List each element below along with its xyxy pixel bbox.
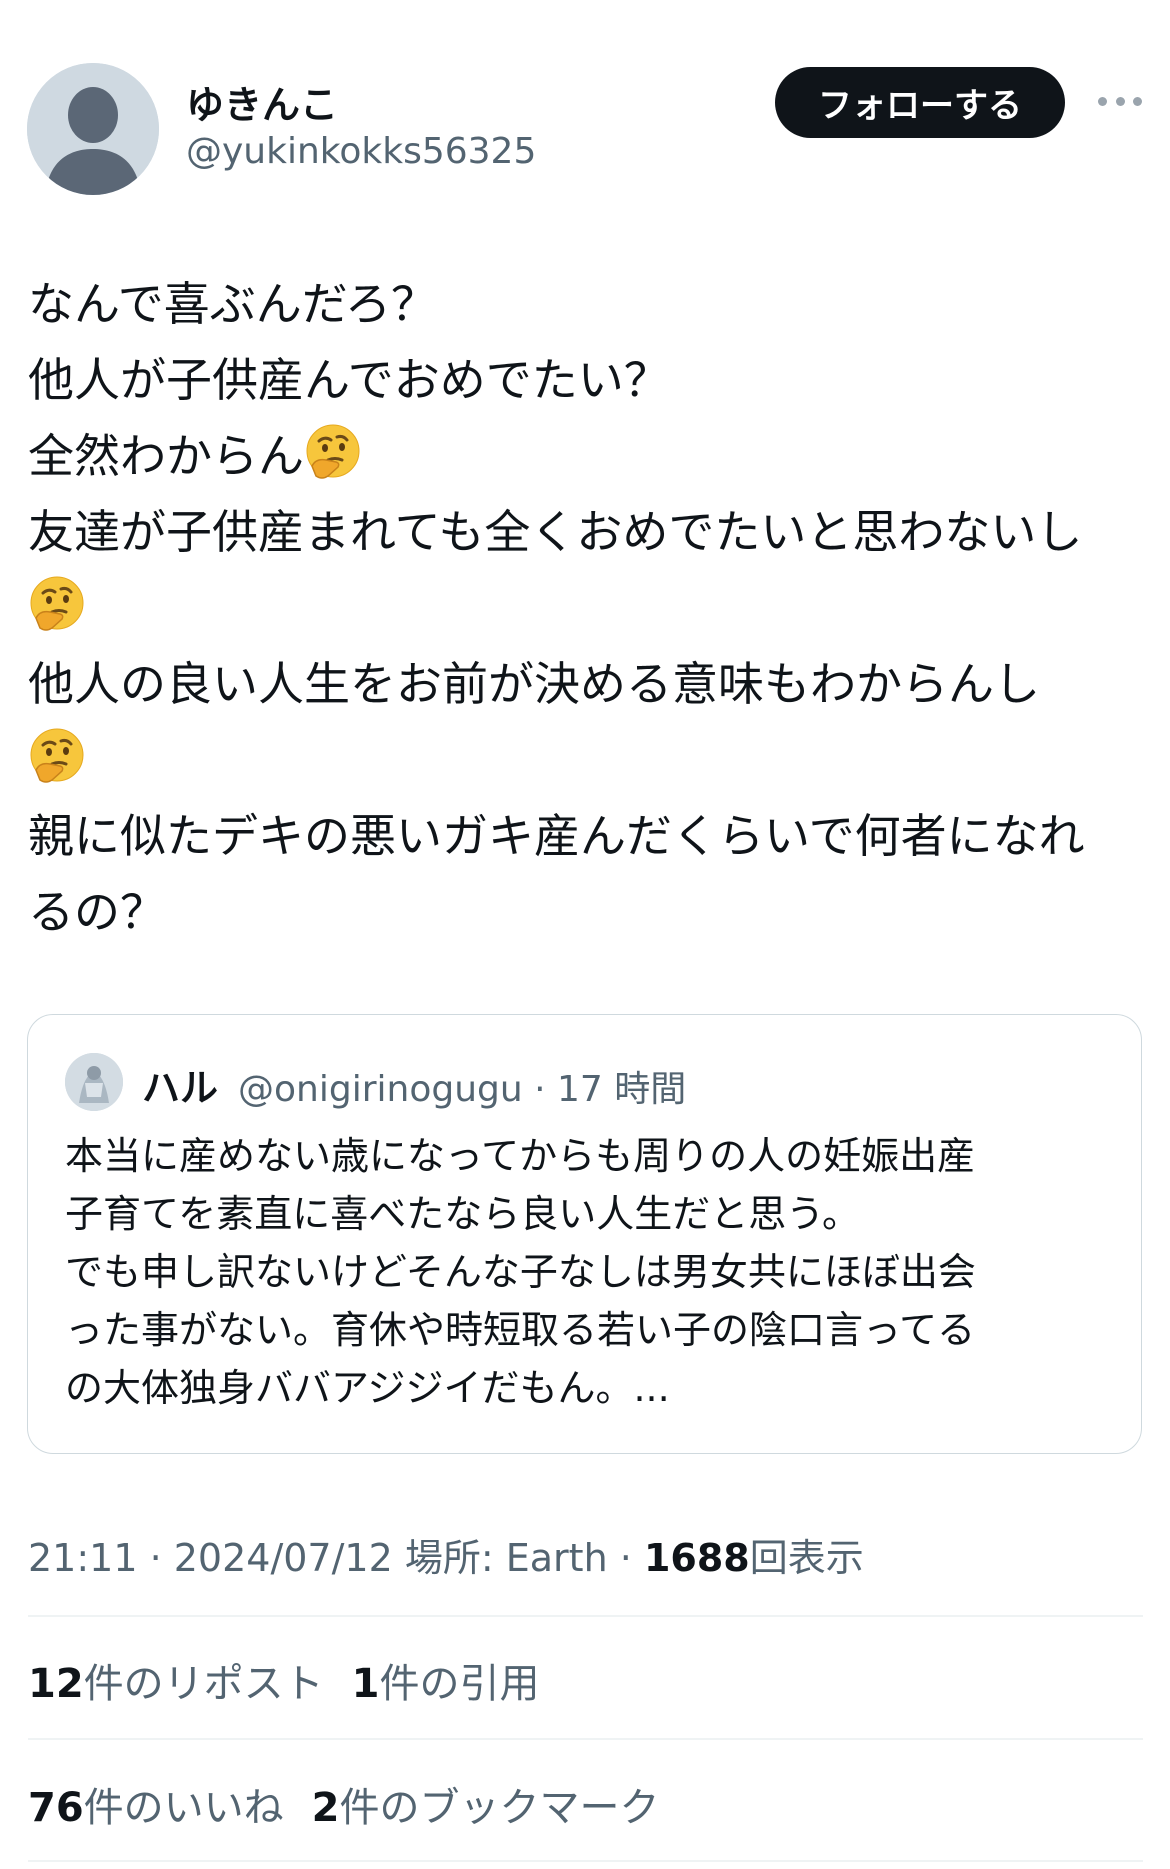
quote-avatar-image <box>65 1053 123 1111</box>
reposts-link[interactable]: 12件のリポスト <box>28 1661 324 1707</box>
quote-line: 本当に産めない歳になってからも周りの人の妊娠出産 <box>65 1134 976 1178</box>
divider <box>28 1738 1143 1740</box>
dot <box>1098 96 1107 106</box>
dot <box>1115 96 1125 106</box>
thinking-face-icon <box>28 726 86 784</box>
quotes-label: 件の引用 <box>379 1661 540 1707</box>
stats-row-reposts: 12件のリポスト 1件の引用 <box>28 1651 540 1709</box>
quote-author-handle-time: @onigirinogugu · 17 時間 <box>238 1069 687 1110</box>
likes-count: 76 <box>28 1785 84 1831</box>
tweet-meta: 21:11 · 2024/07/12 場所: Earth · 1688回表示 <box>28 1527 864 1582</box>
quotes-link[interactable]: 1件の引用 <box>352 1661 540 1707</box>
quote-line: った事がない。育休や時短取る若い子の陰口言ってる <box>65 1308 976 1352</box>
timestamp[interactable]: 21:11 · 2024/07/12 <box>28 1536 393 1580</box>
tweet-line: 全然わからん <box>28 418 1143 494</box>
quote-line: の大体独身ババアジジイだもん。... <box>65 1366 670 1410</box>
quote-line: 子育てを素直に喜べたなら良い人生だと思う。 <box>65 1192 860 1236</box>
more-horizontal-icon[interactable] <box>1098 94 1142 108</box>
bookmarks-count: 2 <box>311 1785 340 1831</box>
views-count: 1688 <box>643 1536 750 1580</box>
likes-label: 件のいいね <box>83 1785 284 1831</box>
tweet-line: 親に似たデキの悪いガキ産んだくらいで何者になれ <box>28 809 1085 863</box>
bookmarks-link[interactable]: 2件のブックマーク <box>312 1785 660 1831</box>
likes-link[interactable]: 76件のいいね <box>28 1785 284 1831</box>
reposts-label: 件のリポスト <box>83 1661 324 1707</box>
divider <box>28 1860 1143 1862</box>
thinking-face-icon <box>304 422 362 480</box>
tweet-detail: ゆきんこ @yukinkokks56325 フォローする なんで喜ぶんだろ？ 他… <box>0 0 1170 1869</box>
bookmarks-label: 件のブックマーク <box>339 1785 660 1831</box>
location: 場所: Earth <box>404 1536 608 1580</box>
tweet-line <box>28 722 1143 798</box>
divider <box>28 1615 1143 1617</box>
tweet-line: 他人の良い人生をお前が決める意味もわからんし <box>28 657 1040 711</box>
tweet-line: なんで喜ぶんだろ？ <box>28 277 437 331</box>
quote-text: 本当に産めない歳になってからも周りの人の妊娠出産 子育てを素直に喜べたなら良い人… <box>65 1127 1115 1417</box>
tweet-line <box>28 570 1143 646</box>
quoted-tweet-card[interactable]: ハル @onigirinogugu · 17 時間 本当に産めない歳になってから… <box>27 1014 1142 1454</box>
tweet-line: るの？ <box>28 885 166 939</box>
author-handle[interactable]: @yukinkokks56325 <box>186 131 536 172</box>
tweet-line: 他人が子供産んでおめでたい？ <box>28 353 670 407</box>
author-display-name[interactable]: ゆきんこ <box>186 74 338 129</box>
quote-line: でも申し訳ないけどそんな子なしは男女共にほぼ出会 <box>65 1250 976 1294</box>
quote-author-avatar[interactable] <box>65 1053 123 1111</box>
stats-row-likes: 76件のいいね 2件のブックマーク <box>28 1775 660 1833</box>
reposts-count: 12 <box>28 1661 84 1707</box>
dot <box>1133 96 1142 106</box>
views-label: 回表示 <box>749 1536 864 1580</box>
meta-separator: · <box>619 1536 632 1580</box>
default-profile-icon <box>27 63 159 195</box>
follow-button[interactable]: フォローする <box>775 67 1065 138</box>
tweet-text: なんで喜ぶんだろ？ 他人が子供産んでおめでたい？ 全然わからん 友達が子供産まれ… <box>28 266 1143 950</box>
quote-author-name[interactable]: ハル <box>142 1057 218 1112</box>
tweet-line: 友達が子供産まれても全くおめでたいと思わないし <box>28 505 1083 559</box>
quotes-count: 1 <box>351 1661 380 1707</box>
author-avatar[interactable] <box>27 63 159 195</box>
thinking-face-icon <box>28 574 86 632</box>
